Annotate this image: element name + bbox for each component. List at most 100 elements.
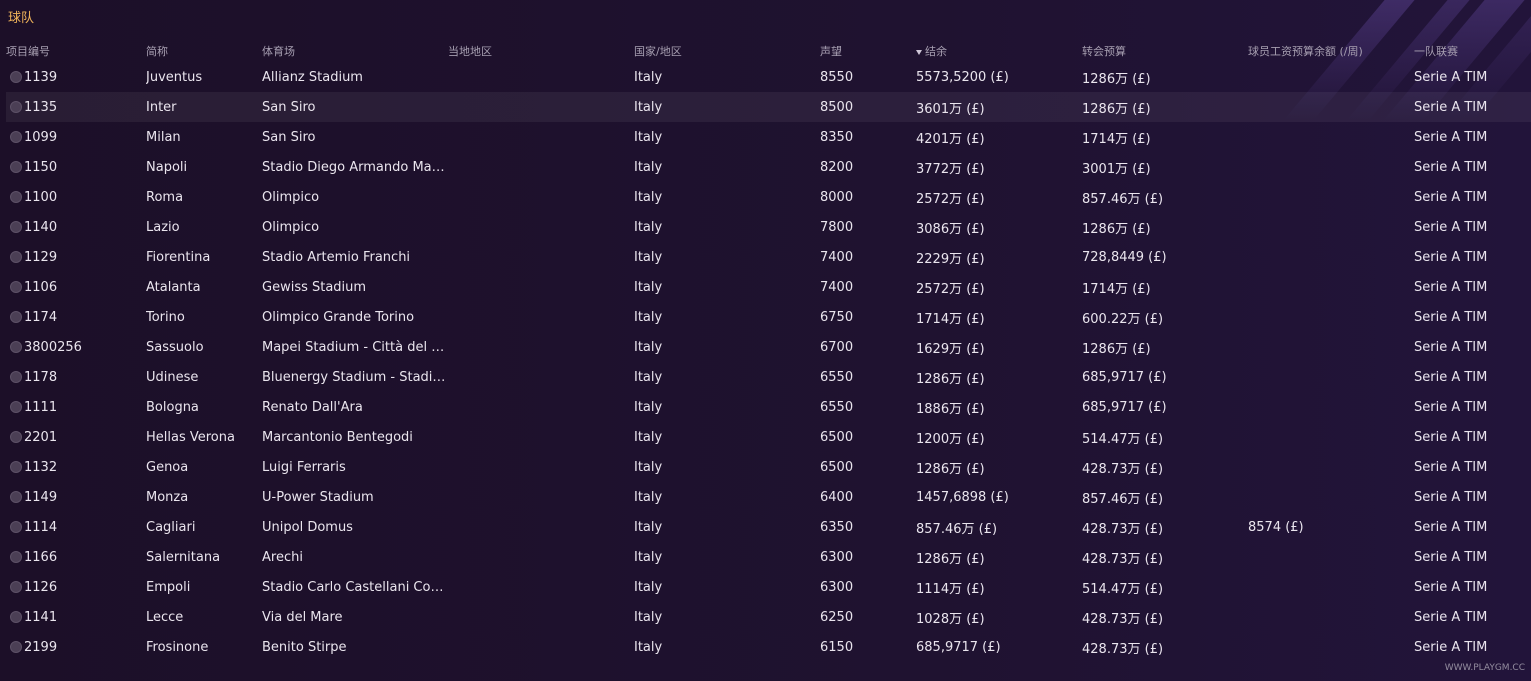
cell-reputation: 6550: [820, 399, 854, 415]
cell-region: [448, 542, 634, 572]
header-reputation[interactable]: 声望: [820, 40, 916, 62]
cell-stadium: U-Power Stadium: [262, 489, 374, 505]
cell-transfer: 1286万 (£): [1082, 71, 1151, 87]
cell-wage: [1248, 92, 1414, 122]
header-id[interactable]: 项目编号: [6, 40, 146, 62]
header-balance[interactable]: 结余: [916, 40, 1082, 62]
table-row[interactable]: 1149 Monza U-Power Stadium Italy 6400 1457,68…: [6, 482, 1531, 512]
cell-stadium: Stadio Diego Armando Marad...: [262, 159, 448, 175]
check-circle-icon[interactable]: [10, 281, 22, 293]
cell-transfer: 428.73万 (£): [1082, 641, 1164, 657]
check-circle-icon[interactable]: [10, 641, 22, 653]
table-row[interactable]: 2199 Frosinone Benito Stirpe Italy 6150 685,9…: [6, 632, 1531, 662]
cell-nation: Italy: [634, 129, 663, 145]
cell-balance: 1200万 (£): [916, 431, 985, 447]
cell-region: [448, 392, 634, 422]
check-circle-icon[interactable]: [10, 491, 22, 503]
header-wage-budget[interactable]: 球员工资预算余额 (/周): [1248, 40, 1414, 62]
cell-transfer: 728,8449 (£): [1082, 249, 1167, 265]
cell-id: 1166: [24, 549, 58, 565]
check-circle-icon[interactable]: [10, 401, 22, 413]
cell-region: [448, 302, 634, 332]
table-row[interactable]: 1114 Cagliari Unipol Domus Italy 6350 857.46万…: [6, 512, 1531, 542]
header-league[interactable]: 一队联赛: [1414, 40, 1531, 62]
header-local-region[interactable]: 当地地区: [448, 40, 634, 62]
cell-league: Serie A TIM: [1414, 189, 1488, 205]
cell-region: [448, 602, 634, 632]
table-row[interactable]: 1100 Roma Olimpico Italy 8000 2572万 (£) 857.46…: [6, 182, 1531, 212]
cell-id: 1114: [24, 519, 58, 535]
table-row[interactable]: 1141 Lecce Via del Mare Italy 6250 1028万 (£) 4…: [6, 602, 1531, 632]
cell-league: Serie A TIM: [1414, 69, 1488, 85]
table-row[interactable]: 2201 Hellas Verona Marcantonio Bentegodi It…: [6, 422, 1531, 452]
cell-transfer: 428.73万 (£): [1082, 521, 1164, 537]
header-stadium[interactable]: 体育场: [262, 40, 448, 62]
table-row[interactable]: 1178 Udinese Bluenergy Stadium - Stadio F.…: [6, 362, 1531, 392]
check-circle-icon[interactable]: [10, 551, 22, 563]
cell-league: Serie A TIM: [1414, 339, 1488, 355]
cell-nation: Italy: [634, 549, 663, 565]
cell-wage: [1248, 272, 1414, 302]
cell-wage: [1248, 452, 1414, 482]
cell-balance: 1286万 (£): [916, 551, 985, 567]
check-circle-icon[interactable]: [10, 461, 22, 473]
table-row[interactable]: 1174 Torino Olimpico Grande Torino Italy 675…: [6, 302, 1531, 332]
check-circle-icon[interactable]: [10, 191, 22, 203]
table-row[interactable]: 1126 Empoli Stadio Carlo Castellani Comp..…: [6, 572, 1531, 602]
cell-id: 2199: [24, 639, 58, 655]
check-circle-icon[interactable]: [10, 431, 22, 443]
check-circle-icon[interactable]: [10, 311, 22, 323]
table-row[interactable]: 1135 Inter San Siro Italy 8500 3601万 (£) 1286万…: [6, 92, 1531, 122]
cell-region: [448, 62, 634, 92]
table-row[interactable]: 1129 Fiorentina Stadio Artemio Franchi Ital…: [6, 242, 1531, 272]
cell-stadium: San Siro: [262, 129, 316, 145]
table-row[interactable]: 3800256 Sassuolo Mapei Stadium - Città del…: [6, 332, 1531, 362]
header-transfer-budget[interactable]: 转会预算: [1082, 40, 1248, 62]
cell-name: Napoli: [146, 159, 188, 175]
cell-reputation: 6500: [820, 459, 854, 475]
cell-name: Sassuolo: [146, 339, 204, 355]
cell-reputation: 6500: [820, 429, 854, 445]
cell-name: Milan: [146, 129, 181, 145]
table-row[interactable]: 1132 Genoa Luigi Ferraris Italy 6500 1286万 (£…: [6, 452, 1531, 482]
page-title: 球队: [8, 11, 35, 26]
cell-stadium: Olimpico Grande Torino: [262, 309, 415, 325]
cell-stadium: Allianz Stadium: [262, 69, 363, 85]
check-circle-icon[interactable]: [10, 371, 22, 383]
cell-name: Hellas Verona: [146, 429, 235, 445]
cell-league: Serie A TIM: [1414, 309, 1488, 325]
check-circle-icon[interactable]: [10, 71, 22, 83]
cell-id: 1174: [24, 309, 58, 325]
cell-region: [448, 332, 634, 362]
cell-reputation: 8200: [820, 159, 854, 175]
cell-reputation: 6250: [820, 609, 854, 625]
header-short-name[interactable]: 简称: [146, 40, 262, 62]
check-circle-icon[interactable]: [10, 581, 22, 593]
check-circle-icon[interactable]: [10, 611, 22, 623]
cell-reputation: 6400: [820, 489, 854, 505]
check-circle-icon[interactable]: [10, 131, 22, 143]
check-circle-icon[interactable]: [10, 221, 22, 233]
cell-name: Udinese: [146, 369, 199, 385]
cell-id: 1099: [24, 129, 58, 145]
check-circle-icon[interactable]: [10, 101, 22, 113]
table-row[interactable]: 1150 Napoli Stadio Diego Armando Marad... I…: [6, 152, 1531, 182]
table-row[interactable]: 1139 Juventus Allianz Stadium Italy 8550 5573…: [6, 62, 1531, 92]
check-circle-icon[interactable]: [10, 251, 22, 263]
table-row[interactable]: 1111 Bologna Renato Dall'Ara Italy 6550 1886万…: [6, 392, 1531, 422]
check-circle-icon[interactable]: [10, 161, 22, 173]
header-nation[interactable]: 国家/地区: [634, 40, 820, 62]
check-circle-icon[interactable]: [10, 521, 22, 533]
table-row[interactable]: 1140 Lazio Olimpico Italy 7800 3086万 (£) 1286万…: [6, 212, 1531, 242]
table-row[interactable]: 1099 Milan San Siro Italy 8350 4201万 (£) 1714万…: [6, 122, 1531, 152]
table-row[interactable]: 1166 Salernitana Arechi Italy 6300 1286万 (£) 4…: [6, 542, 1531, 572]
cell-transfer: 514.47万 (£): [1082, 431, 1164, 447]
cell-transfer: 3001万 (£): [1082, 161, 1151, 177]
cell-league: Serie A TIM: [1414, 99, 1488, 115]
cell-id: 1129: [24, 249, 58, 265]
cell-balance: 1629万 (£): [916, 341, 985, 357]
cell-stadium: Renato Dall'Ara: [262, 399, 363, 415]
cell-balance: 1457,6898 (£): [916, 489, 1009, 505]
table-row[interactable]: 1106 Atalanta Gewiss Stadium Italy 7400 2572万…: [6, 272, 1531, 302]
check-circle-icon[interactable]: [10, 341, 22, 353]
